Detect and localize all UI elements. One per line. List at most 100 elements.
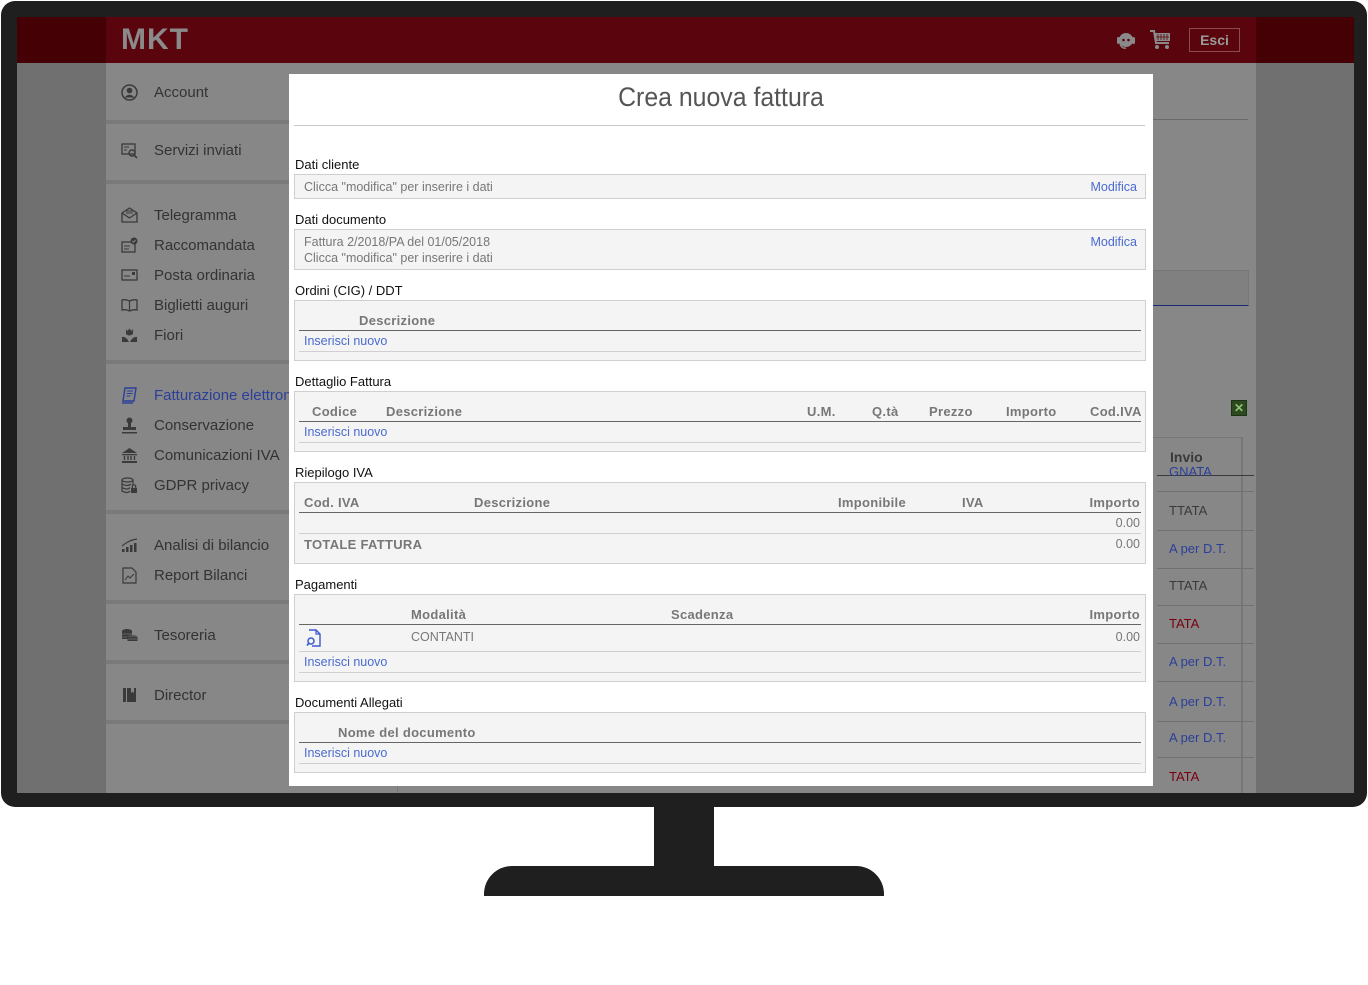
background-status-cell: TATA — [1169, 616, 1200, 631]
monitor-frame: MKT Esci Account Servizi inviati Telegra… — [1, 1, 1367, 807]
section-label-dati-cliente: Dati cliente — [295, 157, 360, 172]
page-gutter-left — [17, 17, 106, 793]
sidebar-item-report-bilanci[interactable]: Report Bilanci — [120, 565, 247, 585]
flower-icon — [120, 326, 138, 344]
document-number: Fattura 2/2018/PA del 01/05/2018 — [304, 235, 491, 249]
sidebar-item-tesoreria[interactable]: Tesoreria — [120, 625, 216, 645]
background-status-cell: TTATA — [1169, 503, 1208, 518]
screen: MKT Esci Account Servizi inviati Telegra… — [17, 17, 1354, 793]
logout-button[interactable]: Esci — [1189, 28, 1240, 52]
sidebar-item-telegramma[interactable]: Telegramma — [120, 205, 237, 225]
database-lock-icon — [120, 476, 138, 494]
sidebar-item-account[interactable]: Account — [120, 82, 208, 102]
view-document-icon[interactable] — [306, 629, 322, 647]
allegati-table: Nome del documento Inserisci nuovo — [294, 712, 1146, 773]
sidebar-item-servizi-inviati[interactable]: Servizi inviati — [120, 140, 242, 160]
envelope-check-icon — [120, 236, 138, 254]
add-allegato-link[interactable]: Inserisci nuovo — [304, 746, 387, 760]
dati-documento-placeholder: Clicca "modifica" per inserire i dati — [304, 251, 493, 265]
postcard-icon — [120, 266, 138, 284]
totale-fattura-label: TOTALE FATTURA — [304, 537, 423, 552]
coins-icon — [120, 626, 138, 644]
bar-chart-icon — [120, 536, 138, 554]
user-circle-icon — [120, 83, 138, 101]
column-header-cod-iva: Cod.IVA — [1090, 404, 1142, 419]
background-status-cell[interactable]: A per D.T. — [1169, 694, 1226, 709]
sidebar-item-director[interactable]: Director — [120, 685, 207, 705]
shopping-cart-icon[interactable] — [1149, 29, 1173, 51]
edit-dati-documento-link[interactable]: Modifica — [1090, 235, 1137, 249]
column-header-prezzo: Prezzo — [929, 404, 973, 419]
column-header-cod-iva: Cod. IVA — [304, 495, 360, 510]
headset-support-icon[interactable] — [1114, 29, 1138, 51]
search-document-icon — [120, 141, 138, 159]
create-invoice-modal: Crea nuova fattura Dati cliente Clicca "… — [289, 74, 1153, 786]
ordini-table: Descrizione Inserisci nuovo — [294, 300, 1146, 361]
monitor-stand-neck — [654, 806, 714, 868]
sidebar-item-fiori[interactable]: Fiori — [120, 325, 183, 345]
modal-title: Crea nuova fattura — [618, 82, 824, 112]
totale-fattura-value: 0.00 — [1115, 537, 1140, 551]
riepilogo-iva-table: Cod. IVA Descrizione Imponibile IVA Impo… — [294, 482, 1146, 564]
sidebar-item-biglietti-auguri[interactable]: Biglietti auguri — [120, 295, 248, 315]
sidebar-item-fatturazione-elettronica[interactable]: Fatturazione elettronica — [120, 385, 311, 405]
column-header-nome-documento: Nome del documento — [338, 725, 476, 740]
column-header-codice: Codice — [312, 404, 358, 419]
excel-export-icon[interactable]: ✕ — [1231, 400, 1247, 416]
invoice-icon — [120, 386, 138, 404]
pagamenti-table: Modalità Scadenza Importo CONTANTI 0.00 … — [294, 594, 1146, 682]
stamp-icon — [120, 416, 138, 434]
column-header-imponibile: Imponibile — [838, 495, 906, 510]
section-label-pagamenti: Pagamenti — [295, 577, 358, 592]
payment-method-value: CONTANTI — [411, 630, 474, 644]
edit-dati-cliente-link[interactable]: Modifica — [1090, 180, 1137, 194]
background-status-cell[interactable]: A per D.T. — [1169, 541, 1226, 556]
background-status-cell[interactable]: A per D.T. — [1169, 730, 1226, 745]
sidebar-item-conservazione[interactable]: Conservazione — [120, 415, 254, 435]
add-pagamento-link[interactable]: Inserisci nuovo — [304, 655, 387, 669]
column-header-importo: Importo — [1089, 495, 1140, 510]
sidebar-item-posta-ordinaria[interactable]: Posta ordinaria — [120, 265, 255, 285]
dati-cliente-box: Clicca "modifica" per inserire i dati Mo… — [294, 174, 1146, 199]
column-header-iva: IVA — [962, 495, 984, 510]
payment-amount-value: 0.00 — [1115, 630, 1140, 644]
dettaglio-table: Codice Descrizione U.M. Q.tà Prezzo Impo… — [294, 391, 1146, 452]
column-header-importo: Importo — [1089, 607, 1140, 622]
report-chart-icon — [120, 566, 138, 584]
add-riga-link[interactable]: Inserisci nuovo — [304, 425, 387, 439]
section-label-dettaglio: Dettaglio Fattura — [295, 374, 392, 389]
add-ordine-link[interactable]: Inserisci nuovo — [304, 334, 387, 348]
column-header-scadenza: Scadenza — [671, 607, 734, 622]
background-status-cell[interactable]: A per D.T. — [1169, 654, 1226, 669]
column-header-um: U.M. — [807, 404, 836, 419]
dati-documento-box: Fattura 2/2018/PA del 01/05/2018 Clicca … — [294, 229, 1146, 270]
column-header-quantita: Q.tà — [872, 404, 899, 419]
dati-cliente-placeholder: Clicca "modifica" per inserire i dati — [304, 180, 493, 194]
top-header-bar: MKT Esci — [17, 17, 1354, 63]
app-logo[interactable]: MKT — [121, 23, 189, 57]
column-header-descrizione: Descrizione — [474, 495, 551, 510]
page-gutter-right — [1256, 17, 1354, 793]
column-header-descrizione: Descrizione — [386, 404, 463, 419]
monitor-stand-base — [484, 866, 884, 896]
column-header-descrizione: Descrizione — [359, 313, 436, 328]
sidebar-item-raccomandata[interactable]: Raccomandata — [120, 235, 255, 255]
column-header-modalita: Modalità — [411, 607, 467, 622]
section-label-ordini: Ordini (CIG) / DDT — [295, 283, 403, 298]
column-header-importo: Importo — [1006, 404, 1057, 419]
binder-icon — [120, 686, 138, 704]
background-status-cell: TTATA — [1169, 578, 1208, 593]
background-status-cell: TATA — [1169, 769, 1200, 784]
section-label-allegati: Documenti Allegati — [295, 695, 403, 710]
sidebar-item-analisi-bilancio[interactable]: Analisi di bilancio — [120, 535, 269, 555]
column-header-invio: Invio — [1170, 449, 1203, 465]
bank-icon — [120, 446, 138, 464]
open-book-icon — [120, 296, 138, 314]
section-label-riepilogo-iva: Riepilogo IVA — [295, 465, 373, 480]
sidebar-item-gdpr-privacy[interactable]: GDPR privacy — [120, 475, 249, 495]
riepilogo-importo-value: 0.00 — [1115, 516, 1140, 530]
background-status-cell[interactable]: GNATA — [1169, 464, 1212, 479]
sidebar-item-comunicazioni-iva[interactable]: Comunicazioni IVA — [120, 445, 280, 465]
envelope-open-icon — [120, 206, 138, 224]
section-label-dati-documento: Dati documento — [295, 212, 387, 227]
